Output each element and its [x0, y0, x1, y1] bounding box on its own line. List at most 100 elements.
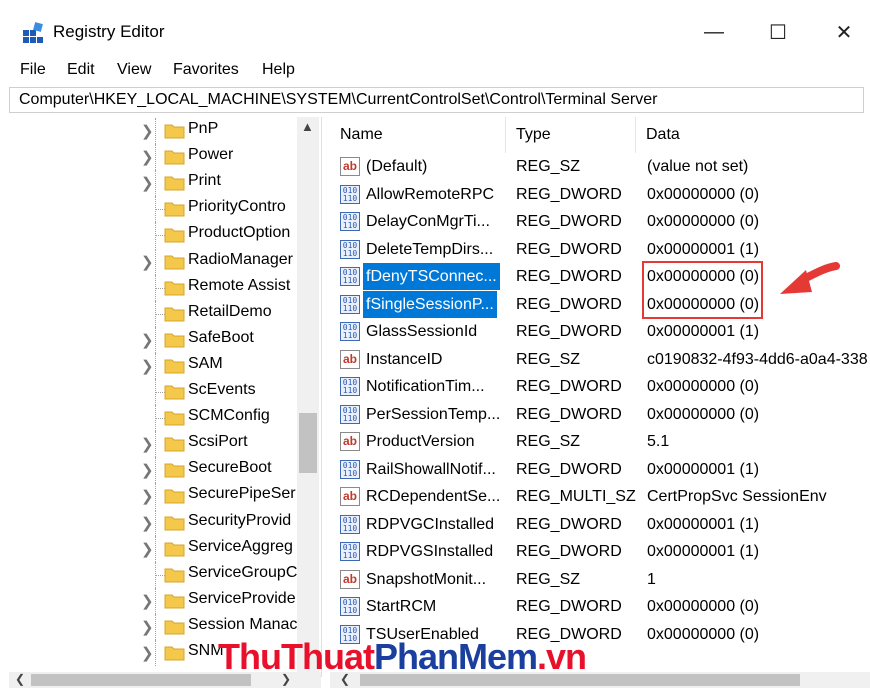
- value-row[interactable]: ab ProductVersion REG_SZ 5.1: [330, 428, 870, 455]
- folder-icon: [164, 411, 185, 426]
- watermark: ThuThuatPhanMem.vn: [218, 636, 587, 678]
- tree-item[interactable]: SCMConfig: [9, 405, 309, 432]
- tree-item[interactable]: PriorityContro: [9, 196, 309, 223]
- value-type: REG_DWORD: [516, 213, 622, 230]
- tree-item[interactable]: ❯ ServiceProvide: [9, 587, 309, 614]
- column-header-type[interactable]: Type: [506, 117, 636, 153]
- menu-file[interactable]: File: [20, 61, 46, 79]
- tree-item-label: ScEvents: [188, 381, 256, 398]
- tree-item[interactable]: ProductOption: [9, 222, 309, 249]
- tree-item[interactable]: ❯ ServiceAggreg: [9, 535, 309, 562]
- tree-item[interactable]: ❯ RadioManager: [9, 248, 309, 275]
- expand-chevron-icon[interactable]: ❯: [141, 540, 154, 558]
- tree-vertical-scrollbar[interactable]: ▲: [297, 117, 319, 673]
- values-list-pane[interactable]: Name Type Data ab (Default) REG_SZ (value n…: [330, 117, 870, 677]
- expand-chevron-icon[interactable]: ❯: [141, 644, 154, 662]
- address-bar[interactable]: Computer\HKEY_LOCAL_MACHINE\SYSTEM\Curre…: [9, 87, 864, 113]
- value-row[interactable]: 010 110 AllowRemoteRPC REG_DWORD 0x00000000 …: [330, 181, 870, 208]
- minimize-button[interactable]: —: [694, 14, 734, 50]
- close-button[interactable]: ✕: [824, 14, 864, 50]
- tree-connector: [155, 352, 157, 379]
- registry-editor-icon: [23, 22, 43, 43]
- expand-chevron-icon[interactable]: ❯: [141, 435, 154, 453]
- maximize-button[interactable]: ☐: [758, 14, 798, 50]
- value-data: c0190832-4f93-4dd6-a0a4-338: [647, 350, 868, 368]
- expand-chevron-icon[interactable]: ❯: [141, 357, 154, 375]
- value-data: 0x00000001 (1): [647, 515, 760, 533]
- expand-chevron-icon[interactable]: ❯: [141, 618, 154, 636]
- tree-item[interactable]: ScEvents: [9, 379, 309, 405]
- value-row[interactable]: ab InstanceID REG_SZ c0190832-4f93-4dd6-a0a…: [330, 346, 870, 373]
- value-name: RDPVGCInstalled: [366, 515, 495, 533]
- folder-icon: [164, 255, 185, 269]
- expand-chevron-icon[interactable]: ❯: [141, 253, 154, 271]
- binary-value-icon: 010 110: [340, 239, 360, 259]
- column-header-data[interactable]: Data: [636, 117, 870, 153]
- tree-item[interactable]: ❯ SecurePipeSer: [9, 483, 309, 510]
- folder-icon: [164, 385, 185, 400]
- expand-chevron-icon[interactable]: ❯: [141, 174, 154, 192]
- string-value-icon: ab: [340, 432, 360, 451]
- value-row[interactable]: ab (Default) REG_SZ (value not set): [330, 153, 870, 180]
- menu-edit[interactable]: Edit: [67, 61, 95, 79]
- menu-view[interactable]: View: [117, 61, 151, 79]
- tree-item-label: SAM: [188, 354, 223, 372]
- menu-favorites[interactable]: Favorites: [173, 61, 239, 79]
- value-row[interactable]: 010 110 RailShowallNotif... REG_DWORD 0x0000…: [330, 456, 870, 483]
- expand-chevron-icon[interactable]: ❯: [141, 122, 154, 140]
- value-row[interactable]: 010 110 StartRCM REG_DWORD 0x00000000 (0): [330, 593, 870, 620]
- tree-item[interactable]: ❯ Print: [9, 170, 309, 197]
- folder-icon: [164, 176, 185, 191]
- value-row[interactable]: ab SnapshotMonit... REG_SZ 1: [330, 566, 870, 593]
- expand-chevron-icon[interactable]: ❯: [141, 514, 154, 532]
- expand-chevron-icon[interactable]: ❯: [141, 148, 154, 166]
- tree-item[interactable]: ❯ SAM: [9, 352, 309, 379]
- tree-item[interactable]: ❯ PnP: [9, 118, 309, 144]
- tree-connector: [155, 587, 157, 614]
- scrollbar-thumb[interactable]: [299, 413, 317, 473]
- column-header-name[interactable]: Name: [330, 117, 506, 153]
- value-data: 0x00000000 (0): [647, 378, 760, 395]
- tree-connector: [155, 613, 157, 640]
- expand-chevron-icon[interactable]: ❯: [141, 461, 154, 479]
- value-row[interactable]: 010 110 DelayConMgrTi... REG_DWORD 0x0000000…: [330, 208, 870, 235]
- watermark-part: PhanMem: [373, 636, 538, 677]
- value-row[interactable]: 010 110 RDPVGSInstalled REG_DWORD 0x00000001…: [330, 538, 870, 565]
- string-value-icon: ab: [340, 157, 360, 176]
- key-tree-pane[interactable]: ❯ PnP ❯ Power ❯ Print PriorityContro ProductOpt…: [9, 117, 322, 677]
- expand-chevron-icon[interactable]: ❯: [141, 331, 154, 349]
- value-row[interactable]: 010 110 NotificationTim... REG_DWORD 0x00000…: [330, 373, 870, 400]
- tree-item[interactable]: Remote Assist: [9, 274, 309, 301]
- window-title: Registry Editor: [53, 22, 165, 41]
- value-row[interactable]: 010 110 PerSessionTemp... REG_DWORD 0x000000…: [330, 401, 870, 428]
- tree-item-label: ServiceProvide: [188, 589, 296, 607]
- value-name: RDPVGSInstalled: [366, 543, 494, 560]
- tree-item[interactable]: ServiceGroupC: [9, 561, 309, 588]
- tree-item[interactable]: ❯ ScsiPort: [9, 431, 309, 458]
- value-type: REG_SZ: [516, 570, 581, 588]
- value-row[interactable]: 010 110 GlassSessionId REG_DWORD 0x00000001 …: [330, 318, 870, 345]
- expand-chevron-icon[interactable]: ❯: [141, 487, 154, 505]
- tree-item-label: Power: [188, 146, 234, 164]
- value-row[interactable]: 010 110 DeleteTempDirs... REG_DWORD 0x000000…: [330, 236, 870, 263]
- menu-help[interactable]: Help: [262, 61, 295, 79]
- value-data: 0x00000001 (1): [647, 460, 760, 478]
- value-data: 0x00000000 (0): [647, 185, 760, 203]
- value-data: 0x00000001 (1): [647, 323, 760, 340]
- tree-item[interactable]: ❯ Power: [9, 144, 309, 171]
- binary-value-icon: 010 110: [340, 377, 360, 396]
- value-name: GlassSessionId: [366, 323, 478, 340]
- tree-item[interactable]: ❯ SecureBoot: [9, 457, 309, 484]
- value-row[interactable]: 010 110 RDPVGCInstalled REG_DWORD 0x00000001…: [330, 511, 870, 538]
- tree-item[interactable]: ❯ SecurityProvid: [9, 509, 309, 536]
- scroll-up-icon[interactable]: ▲: [301, 119, 314, 134]
- value-type: REG_SZ: [516, 158, 581, 175]
- string-value-icon: ab: [340, 569, 360, 589]
- tree-item[interactable]: RetailDemo: [9, 300, 309, 327]
- binary-value-icon: 010 110: [340, 184, 360, 204]
- tree-item[interactable]: ❯ SafeBoot: [9, 326, 309, 353]
- expand-chevron-icon[interactable]: ❯: [141, 592, 154, 610]
- value-type: REG_DWORD: [516, 543, 622, 560]
- value-row[interactable]: ab RCDependentSe... REG_MULTI_SZ CertPropSv…: [330, 483, 870, 510]
- scroll-left-icon[interactable]: ❮: [15, 672, 25, 686]
